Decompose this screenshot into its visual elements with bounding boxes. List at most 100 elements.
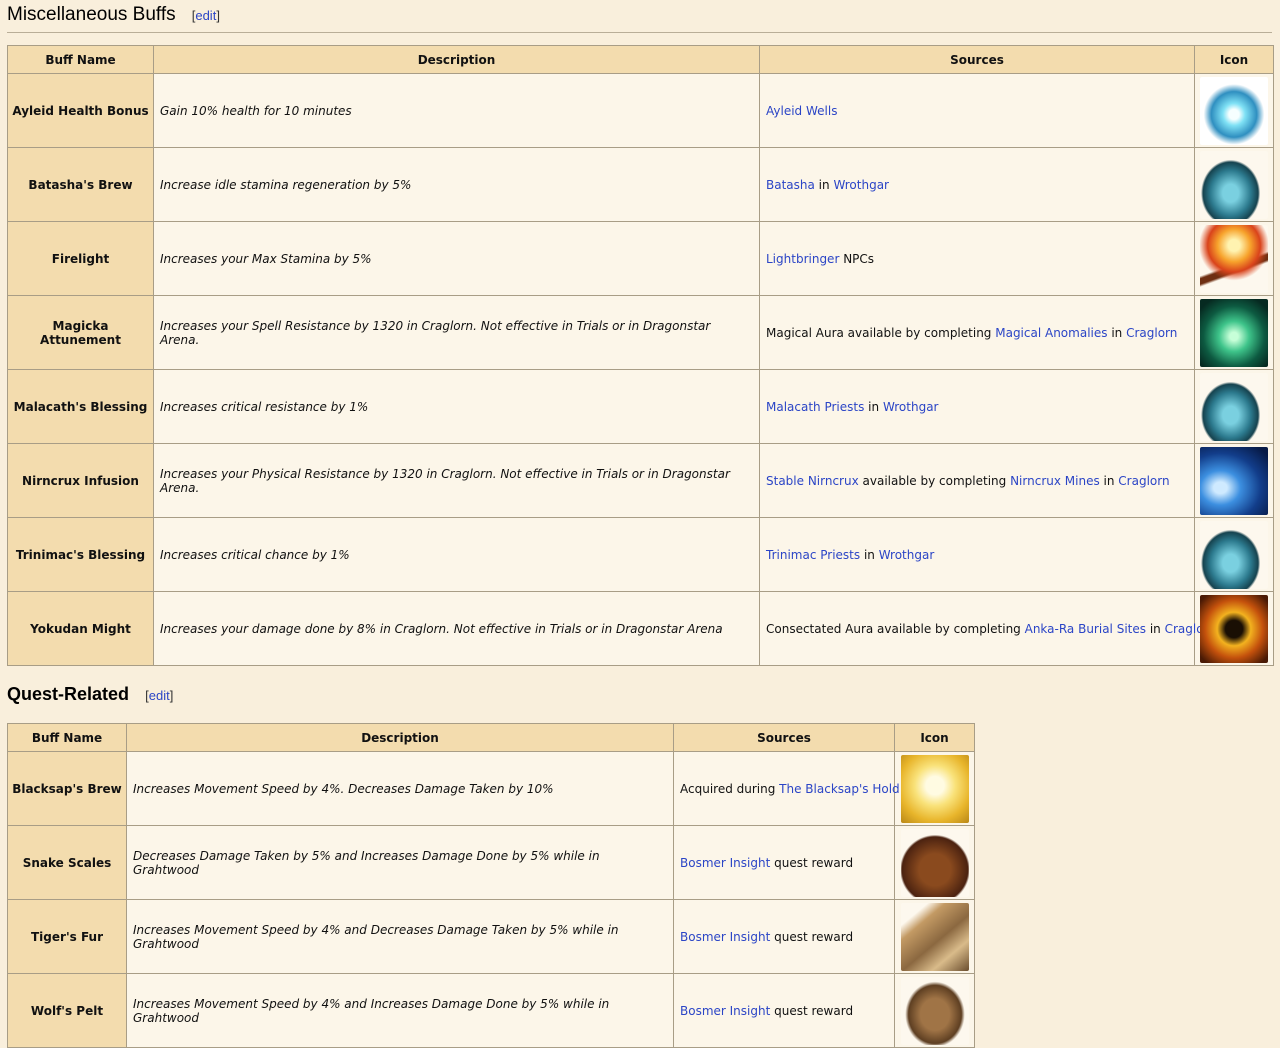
source-text: available by completing — [858, 473, 1011, 488]
buff-icon-cell — [894, 751, 975, 826]
buff-icon-cell — [1194, 517, 1274, 592]
buff-description: Increases your Spell Resistance by 1320 … — [153, 295, 760, 370]
potion-jug-icon[interactable] — [1200, 372, 1268, 441]
edit-link[interactable]: edit — [195, 8, 216, 23]
table-row: Batasha's Brew Increase idle stamina rege… — [7, 147, 1274, 222]
buff-icon-cell — [894, 825, 975, 900]
potion-jug-icon[interactable] — [1200, 150, 1268, 219]
source-text: NPCs — [839, 251, 875, 266]
source-text: in — [860, 547, 879, 562]
source-text: quest reward — [770, 855, 854, 870]
source-link[interactable]: Magical Anomalies — [995, 326, 1107, 340]
potion-jug-icon[interactable] — [1200, 520, 1268, 589]
blue-orb-icon[interactable] — [1200, 76, 1268, 145]
source-link[interactable]: Stable Nirncrux — [766, 474, 859, 488]
fur-icon[interactable] — [900, 902, 969, 971]
edit-link[interactable]: edit — [149, 688, 170, 703]
table-row: Nirncrux Infusion Increases your Physical… — [7, 443, 1274, 518]
source-text: Magical Aura available by completing — [766, 325, 996, 340]
source-link[interactable]: Wrothgar — [883, 400, 939, 414]
table-row: Wolf's Pelt Increases Movement Speed by 4… — [7, 973, 975, 1048]
source-text: in — [1099, 473, 1119, 488]
table-row: Ayleid Health Bonus Gain 10% health for 1… — [7, 73, 1274, 148]
table-header-row: Buff Name Description Sources Icon — [7, 45, 1274, 74]
source-link[interactable]: Wrothgar — [833, 178, 889, 192]
source-text: Acquired during — [680, 781, 780, 796]
header-icon: Icon — [1194, 45, 1274, 74]
buff-name: Tiger's Fur — [7, 899, 127, 974]
buff-description: Increases Movement Speed by 4% and Decre… — [126, 899, 674, 974]
misc-buffs-table: Buff Name Description Sources Icon Aylei… — [7, 45, 1274, 666]
buff-sources: Consectated Aura available by completing… — [759, 591, 1216, 666]
buff-description: Increases critical resistance by 1% — [153, 369, 760, 444]
header-buff-name: Buff Name — [7, 45, 154, 74]
buff-icon-cell — [1194, 221, 1274, 296]
green-mage-icon[interactable] — [1200, 298, 1268, 367]
buff-sources: Bosmer Insight quest reward — [673, 825, 895, 900]
source-link[interactable]: Malacath Priests — [766, 400, 864, 414]
buff-name: Blacksap's Brew — [7, 751, 127, 826]
buff-icon-cell — [1194, 73, 1274, 148]
source-text: in — [814, 177, 834, 192]
praying-hands-icon[interactable] — [900, 754, 969, 823]
source-link[interactable]: Batasha — [766, 178, 815, 192]
header-description: Description — [126, 723, 674, 752]
buff-icon-cell — [1194, 591, 1274, 666]
table-row: Trinimac's Blessing Increases critical ch… — [7, 517, 1274, 592]
buff-description: Increases Movement Speed by 4% and Incre… — [126, 973, 674, 1048]
source-link[interactable]: The Blacksap's Hold — [779, 782, 900, 796]
buff-name: Snake Scales — [7, 825, 127, 900]
table-row: Tiger's Fur Increases Movement Speed by 4… — [7, 899, 975, 974]
source-link[interactable]: Wrothgar — [879, 548, 935, 562]
buff-name: Magicka Attunement — [7, 295, 154, 370]
buff-description: Increases critical chance by 1% — [153, 517, 760, 592]
blue-wave-icon[interactable] — [1200, 446, 1268, 515]
buff-name: Trinimac's Blessing — [7, 517, 154, 592]
scales-icon[interactable] — [900, 828, 969, 897]
buff-name: Malacath's Blessing — [7, 369, 154, 444]
source-link[interactable]: Trinimac Priests — [766, 548, 860, 562]
header-sources: Sources — [673, 723, 895, 752]
table-row: Yokudan Might Increases your damage done … — [7, 591, 1274, 666]
source-link[interactable]: Craglorn — [1126, 326, 1177, 340]
golden-burst-icon[interactable] — [1200, 594, 1268, 663]
buff-sources: Ayleid Wells — [759, 73, 1195, 148]
pelt-icon[interactable] — [900, 976, 969, 1045]
source-link[interactable]: Bosmer Insight — [680, 930, 770, 944]
source-link[interactable]: Bosmer Insight — [680, 856, 770, 870]
table-row: Malacath's Blessing Increases critical re… — [7, 369, 1274, 444]
source-link[interactable]: Bosmer Insight — [680, 1004, 770, 1018]
source-link[interactable]: Craglorn — [1118, 474, 1169, 488]
buff-description: Increases Movement Speed by 4%. Decrease… — [126, 751, 674, 826]
torch-icon[interactable] — [1200, 224, 1268, 293]
buff-sources: Bosmer Insight quest reward — [673, 899, 895, 974]
source-link[interactable]: Nirncrux Mines — [1010, 474, 1100, 488]
header-buff-name: Buff Name — [7, 723, 127, 752]
section-heading-quest: Quest-Related [edit] — [7, 684, 1272, 712]
buff-name: Yokudan Might — [7, 591, 154, 666]
source-link[interactable]: Anka-Ra Burial Sites — [1025, 622, 1146, 636]
source-text: in — [1146, 621, 1165, 636]
source-link[interactable]: Lightbringer — [766, 252, 839, 266]
buff-name: Nirncrux Infusion — [7, 443, 154, 518]
section-heading-misc: Miscellaneous Buffs [edit] — [7, 4, 1272, 33]
source-text: quest reward — [770, 1003, 854, 1018]
buff-name: Batasha's Brew — [7, 147, 154, 222]
edit-link-wrapper: [edit] — [191, 8, 220, 23]
buff-description: Increases your Max Stamina by 5% — [153, 221, 760, 296]
buff-icon-cell — [894, 973, 975, 1048]
buff-sources: Trinimac Priests in Wrothgar — [759, 517, 1195, 592]
source-text: quest reward — [770, 929, 854, 944]
buff-sources: Stable Nirncrux available by completing … — [759, 443, 1195, 518]
buff-icon-cell — [1194, 295, 1274, 370]
source-text: Consectated Aura available by completing — [766, 621, 1025, 636]
header-sources: Sources — [759, 45, 1195, 74]
buff-icon-cell — [1194, 147, 1274, 222]
buff-icon-cell — [1194, 369, 1274, 444]
section-title: Miscellaneous Buffs — [7, 4, 176, 25]
source-link[interactable]: Ayleid Wells — [766, 104, 837, 118]
buff-sources: Bosmer Insight quest reward — [673, 973, 895, 1048]
table-row: Snake Scales Decreases Damage Taken by 5%… — [7, 825, 975, 900]
buff-description: Increases your damage done by 8% in Crag… — [153, 591, 760, 666]
buff-name: Firelight — [7, 221, 154, 296]
